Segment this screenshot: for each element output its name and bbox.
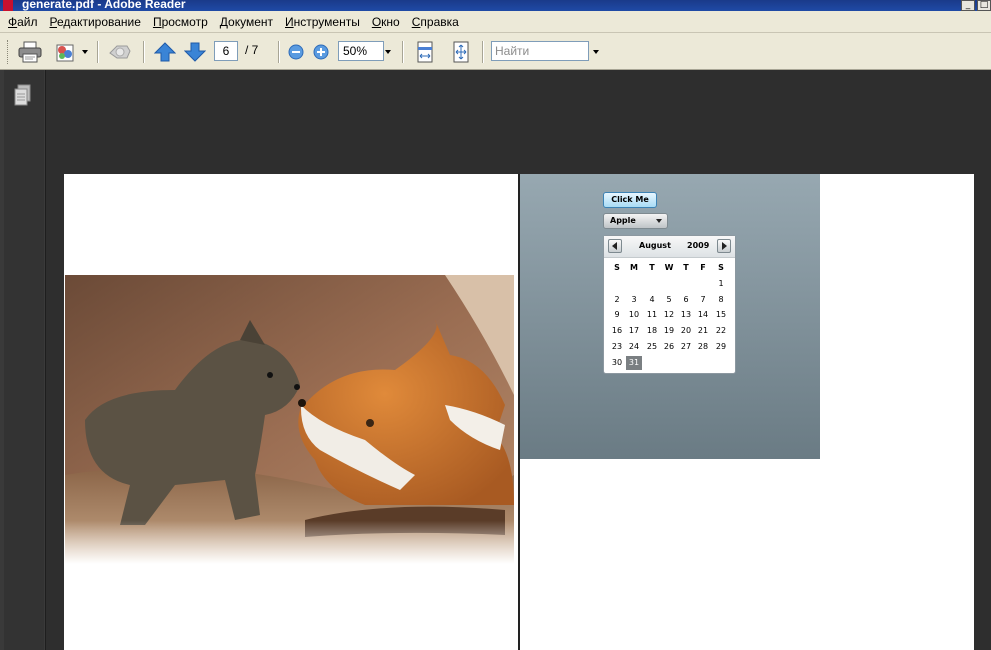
page-number-input[interactable]: 6 — [214, 41, 238, 61]
calendar-header: August 2009 — [604, 236, 735, 258]
weekday-label: W — [664, 263, 674, 272]
weekday-label: S — [718, 263, 724, 272]
page-total: / 7 — [245, 43, 259, 57]
weekday-label: T — [649, 263, 655, 272]
calendar-day[interactable]: 13 — [678, 308, 694, 322]
menu-help[interactable]: Справка — [412, 15, 459, 29]
calendar-day-selected[interactable]: 31 — [626, 355, 642, 370]
toolbar-separator — [402, 41, 404, 63]
calendar-day[interactable]: 17 — [626, 324, 642, 338]
calendar-day[interactable]: 29 — [713, 340, 729, 354]
toolbar-separator — [278, 41, 280, 63]
toolbar-separator — [482, 41, 484, 63]
calendar-day[interactable]: 8 — [713, 293, 729, 307]
date-chooser: August 2009 S M T W T F S 1 2 3 4 5 6 7 8 9 10 11 12 13 14 15… — [603, 235, 736, 374]
calendar-day[interactable]: 30 — [609, 356, 625, 370]
calendar-day[interactable]: 19 — [661, 324, 677, 338]
fruit-combobox[interactable]: Apple — [603, 213, 668, 229]
find-input[interactable]: Найти — [491, 41, 589, 61]
weekday-label: T — [683, 263, 689, 272]
calendar-day[interactable]: 24 — [626, 340, 642, 354]
calendar-day[interactable]: 3 — [626, 293, 642, 307]
toolbar: 6 / 7 50% Найти — [0, 33, 991, 70]
zoom-in-icon[interactable] — [312, 43, 330, 61]
zoom-level-input[interactable]: 50% — [338, 41, 384, 61]
pages-icon[interactable] — [12, 84, 34, 108]
arrow-down-icon[interactable] — [183, 41, 207, 63]
weekday-label: S — [614, 263, 620, 272]
calendar-day[interactable]: 7 — [695, 293, 711, 307]
navigation-panel-inner — [4, 70, 44, 650]
click-me-button[interactable]: Click Me — [603, 192, 657, 208]
adobe-reader-app-icon — [3, 0, 13, 11]
calendar-day[interactable]: 28 — [695, 340, 711, 354]
menu-window[interactable]: Окно — [372, 15, 400, 29]
calendar-day[interactable]: 11 — [644, 308, 660, 322]
calendar-year: 2009 — [687, 241, 710, 250]
menu-view[interactable]: Просмотр — [153, 15, 208, 29]
calendar-day[interactable]: 15 — [713, 308, 729, 322]
calendar-day[interactable]: 4 — [644, 293, 660, 307]
calendar-day[interactable]: 22 — [713, 324, 729, 338]
calendar-day[interactable]: 25 — [644, 340, 660, 354]
calendar-day[interactable]: 9 — [609, 308, 625, 322]
find-dropdown-arrow[interactable] — [593, 50, 599, 54]
toolbar-grip[interactable] — [7, 40, 11, 64]
calendar-day[interactable]: 27 — [678, 340, 694, 354]
arrow-up-icon[interactable] — [153, 41, 177, 63]
hand-icon[interactable] — [106, 39, 134, 65]
window-titlebar: generate.pdf - Adobe Reader _ □ — [0, 0, 991, 11]
toolbar-separator — [143, 41, 145, 63]
calendar-day[interactable]: 21 — [695, 324, 711, 338]
zoom-dropdown-arrow[interactable] — [385, 50, 391, 54]
zoom-out-icon[interactable] — [287, 43, 305, 61]
calendar-day[interactable]: 1 — [713, 277, 729, 291]
weekday-label: M — [630, 263, 638, 272]
window-controls: _ □ — [959, 0, 991, 11]
menu-document[interactable]: Документ — [220, 15, 273, 29]
chevron-down-icon — [656, 219, 662, 223]
calendar-day[interactable]: 5 — [661, 293, 677, 307]
menu-bar: Файл Редактирование Просмотр Документ Ин… — [0, 11, 991, 33]
calendar-day[interactable]: 14 — [695, 308, 711, 322]
collaborate-dropdown-arrow[interactable] — [82, 50, 88, 54]
maximize-button[interactable]: □ — [977, 0, 991, 11]
calendar-month: August — [639, 241, 671, 250]
calendar-day[interactable]: 26 — [661, 340, 677, 354]
window-title: generate.pdf - Adobe Reader — [22, 0, 186, 11]
next-month-button[interactable] — [717, 239, 731, 253]
menu-file[interactable]: Файл — [8, 15, 38, 29]
printer-icon[interactable] — [17, 39, 43, 65]
navigation-panel — [0, 70, 46, 650]
fox-and-cub-photo — [65, 275, 514, 564]
calendar-day[interactable]: 20 — [678, 324, 694, 338]
minimize-button[interactable]: _ — [961, 0, 975, 11]
calendar-day[interactable]: 12 — [661, 308, 677, 322]
collaborate-icon[interactable] — [52, 39, 78, 65]
menu-edit[interactable]: Редактирование — [50, 15, 141, 29]
fit-width-icon[interactable] — [413, 40, 437, 64]
calendar-day[interactable]: 10 — [626, 308, 642, 322]
calendar-day[interactable]: 6 — [678, 293, 694, 307]
menu-tools[interactable]: Инструменты — [285, 15, 360, 29]
calendar-day[interactable]: 23 — [609, 340, 625, 354]
weekday-label: F — [700, 263, 706, 272]
combobox-value: Apple — [610, 216, 636, 225]
fit-page-icon[interactable] — [449, 40, 473, 64]
toolbar-separator — [97, 41, 99, 63]
calendar-day[interactable]: 2 — [609, 293, 625, 307]
prev-month-button[interactable] — [608, 239, 622, 253]
calendar-day[interactable]: 18 — [644, 324, 660, 338]
calendar-day[interactable]: 16 — [609, 324, 625, 338]
